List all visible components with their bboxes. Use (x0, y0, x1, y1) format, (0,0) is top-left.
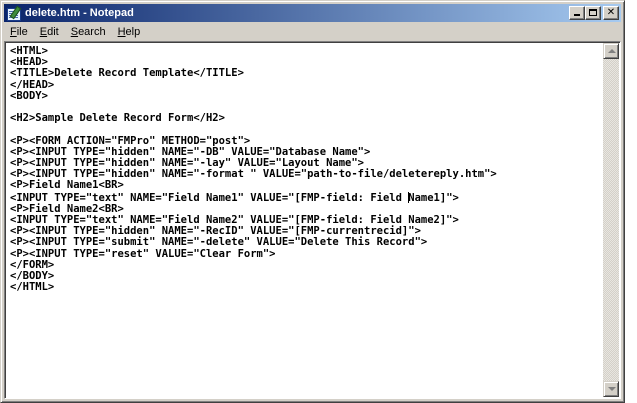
menu-search[interactable]: Search (65, 26, 112, 38)
caption-buttons: ✕ (569, 6, 619, 20)
text-line: <P><INPUT TYPE="submit" NAME="-delete" V… (10, 236, 428, 249)
text-line: <INPUT TYPE="text" NAME="Field Name1" VA… (10, 191, 603, 204)
menu-file[interactable]: File (4, 26, 34, 38)
text-line: </HTML> (10, 281, 55, 294)
text-line: </FORM> (10, 258, 55, 271)
text-line: <P>Field Name1<BR> (10, 179, 124, 192)
text-line-before-caret: <INPUT TYPE="text" NAME="Field Name1" VA… (10, 191, 409, 204)
close-icon: ✕ (606, 7, 616, 18)
text-line: <HTML> (10, 45, 48, 57)
text-line: <BODY> (10, 89, 48, 102)
text-line (10, 124, 603, 135)
text-area[interactable]: <HTML> <HEAD> <TITLE>Delete Record Templat… (7, 44, 603, 397)
scroll-up-button[interactable] (603, 43, 619, 59)
close-button[interactable]: ✕ (603, 6, 619, 20)
scroll-down-button[interactable] (603, 381, 619, 397)
minimize-icon (574, 14, 580, 16)
minimize-button[interactable] (569, 6, 585, 20)
title-bar[interactable]: delete.htm - Notepad ✕ (4, 4, 621, 22)
document-text[interactable]: <HTML> <HEAD> <TITLE>Delete Record Templat… (7, 44, 603, 293)
menu-help[interactable]: Help (112, 26, 147, 38)
text-editor[interactable]: <HTML> <HEAD> <TITLE>Delete Record Templat… (4, 41, 621, 399)
menu-bar: File Edit Search Help (4, 23, 621, 41)
text-line: </HEAD> (10, 78, 55, 91)
maximize-icon (589, 9, 597, 16)
scroll-up-arrow-icon (608, 49, 616, 53)
menu-edit[interactable]: Edit (34, 26, 65, 38)
scroll-down-arrow-icon (608, 387, 616, 391)
text-line: <H2>Sample Delete Record Form</H2> (10, 112, 225, 125)
text-line-after-caret: Name1]"> (408, 191, 459, 204)
text-line: <P><INPUT TYPE="reset" VALUE="Clear Form… (10, 247, 276, 260)
notepad-window: delete.htm - Notepad ✕ File Edit Search … (0, 0, 625, 403)
maximize-button[interactable] (585, 6, 601, 20)
vertical-scrollbar[interactable] (603, 43, 619, 397)
window-title: delete.htm - Notepad (25, 7, 134, 19)
notepad-app-icon[interactable] (6, 5, 22, 21)
text-line: <TITLE>Delete Record Template</TITLE> (10, 67, 244, 80)
text-line: </BODY> (10, 270, 55, 283)
